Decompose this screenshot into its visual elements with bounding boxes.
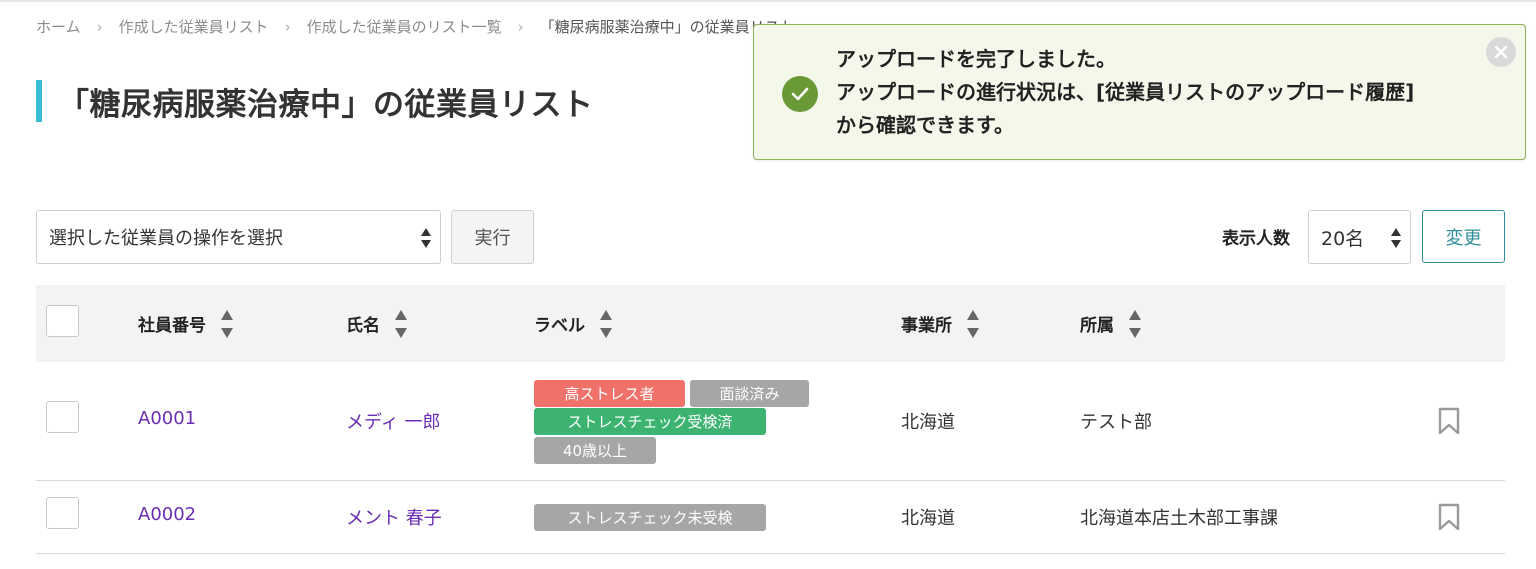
check-circle-icon xyxy=(782,76,818,112)
change-button[interactable]: 変更 xyxy=(1422,210,1505,263)
page: ホーム › 作成した従業員リスト › 作成した従業員のリスト一覧 › 「糖尿病服… xyxy=(0,0,1536,569)
office-cell: 北海道 xyxy=(901,412,955,433)
table-header: 社員番号 氏名 ラベル 事業所 所属 xyxy=(36,285,1505,362)
per-page-label: 表示人数 xyxy=(1222,229,1290,249)
breadcrumb-list-index[interactable]: 作成した従業員のリスト一覧 xyxy=(307,16,502,37)
row-checkbox[interactable] xyxy=(46,401,79,433)
column-header-label: 社員番号 xyxy=(138,316,206,336)
select-arrows-icon xyxy=(1391,228,1401,248)
column-header-label: 氏名 xyxy=(346,316,380,336)
row-divider xyxy=(36,480,1505,481)
column-header-name: 氏名 xyxy=(346,285,408,362)
column-header-label: 所属 xyxy=(1080,316,1114,336)
employee-name-link[interactable]: メント 春子 xyxy=(346,504,442,530)
employee-id-link[interactable]: A0002 xyxy=(138,504,196,525)
label-tag: 面談済み xyxy=(690,380,809,407)
bookmark-icon[interactable] xyxy=(1438,503,1460,531)
label-tag: 高ストレス者 xyxy=(534,380,685,407)
label-tag: ストレスチェック未受検 xyxy=(534,504,766,531)
breadcrumb: ホーム › 作成した従業員リスト › 作成した従業員のリスト一覧 › 「糖尿病服… xyxy=(36,16,795,37)
chevron-right-icon: › xyxy=(517,17,524,36)
column-header-office: 事業所 xyxy=(901,285,980,362)
close-icon[interactable] xyxy=(1486,37,1516,67)
column-header-label: ラベル xyxy=(534,316,585,336)
top-divider xyxy=(0,0,1536,2)
toast-message: アップロードを完了しました。 アップロードの進行状況は、[従業員リストのアップロ… xyxy=(836,43,1414,142)
sort-icon[interactable] xyxy=(966,307,980,341)
chevron-right-icon: › xyxy=(284,17,291,36)
per-page-select[interactable]: 20名 xyxy=(1308,210,1411,264)
label-tag: 40歳以上 xyxy=(534,437,656,464)
toast-line: アップロードを完了しました。 xyxy=(836,47,1116,71)
column-header-dept: 所属 xyxy=(1080,285,1142,362)
sort-icon[interactable] xyxy=(394,307,408,341)
run-button[interactable]: 実行 xyxy=(451,210,534,264)
breadcrumb-created-lists[interactable]: 作成した従業員リスト xyxy=(119,16,269,37)
sort-icon[interactable] xyxy=(220,307,234,341)
toast-line: アップロードの進行状況は、[従業員リストのアップロード履歴] xyxy=(836,80,1415,104)
dept-cell: テスト部 xyxy=(1080,412,1152,433)
upload-complete-toast: アップロードを完了しました。 アップロードの進行状況は、[従業員リストのアップロ… xyxy=(753,24,1526,160)
bookmark-icon[interactable] xyxy=(1438,407,1460,435)
select-all-checkbox[interactable] xyxy=(46,305,79,337)
sort-icon[interactable] xyxy=(1128,307,1142,341)
select-arrows-icon xyxy=(421,228,431,248)
toast-line: から確認できます。 xyxy=(836,113,1014,137)
row-divider xyxy=(36,553,1505,554)
dept-cell: 北海道本店土木部工事課 xyxy=(1080,508,1278,529)
column-header-label-col: ラベル xyxy=(534,285,613,362)
breadcrumb-home[interactable]: ホーム xyxy=(36,16,81,37)
row-checkbox[interactable] xyxy=(46,497,79,529)
bulk-action-select-value: 選択した従業員の操作を選択 xyxy=(49,228,283,249)
label-tag: ストレスチェック受検済 xyxy=(534,408,766,435)
employee-id-link[interactable]: A0001 xyxy=(138,408,196,429)
bulk-action-select[interactable]: 選択した従業員の操作を選択 xyxy=(36,210,441,264)
column-header-label: 事業所 xyxy=(901,316,952,336)
title-accent-bar xyxy=(36,80,42,122)
sort-icon[interactable] xyxy=(599,307,613,341)
chevron-right-icon: › xyxy=(96,17,103,36)
office-cell: 北海道 xyxy=(901,508,955,529)
page-title: 「糖尿病服薬治療中」の従業員リスト xyxy=(58,87,594,123)
column-header-employee-id: 社員番号 xyxy=(138,285,234,362)
per-page-select-value: 20名 xyxy=(1321,227,1365,250)
employee-name-link[interactable]: メディ 一郎 xyxy=(346,408,440,434)
